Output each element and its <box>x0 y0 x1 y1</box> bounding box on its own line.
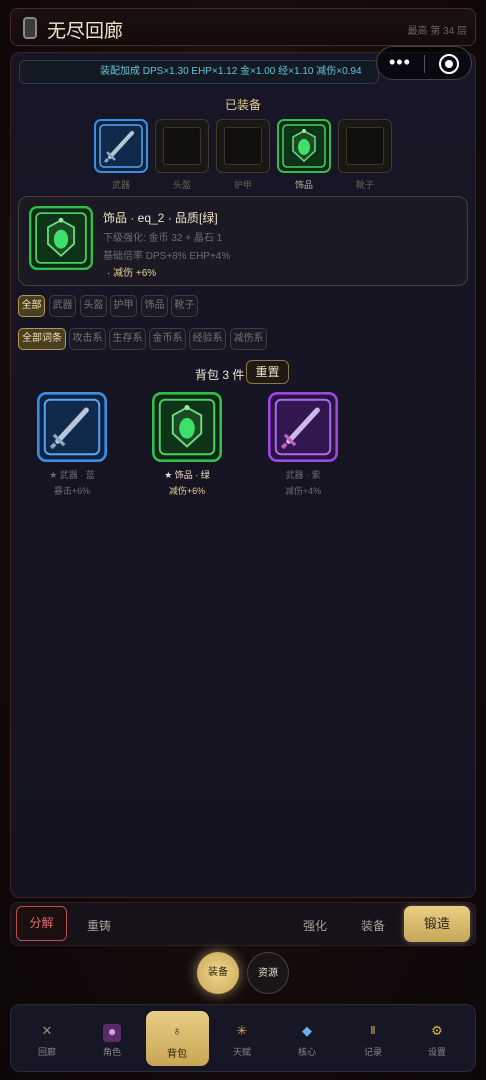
filter-affix-reduction[interactable]: 减伤系 <box>230 328 267 350</box>
nav-item-records[interactable]: Ⅱ 记录 <box>345 1022 401 1058</box>
equip-button[interactable]: 装备 <box>361 917 385 934</box>
bag-item-1[interactable] <box>37 392 107 462</box>
filter-affix-attack[interactable]: 攻击系 <box>69 328 106 350</box>
detail-next-upgrade: 下级强化: 金币 32 + 晶石 1 <box>103 233 223 244</box>
miniprogram-capsule: ••• <box>376 46 472 80</box>
nav-label-core: 核心 <box>297 1047 316 1057</box>
nav-item-settings[interactable]: ⚙ 设置 <box>409 1022 465 1058</box>
nav-item-character[interactable]: ☻ 角色 <box>84 1022 140 1058</box>
empty-slot-frame <box>163 127 201 165</box>
app-header: 无尽回廊 最高 第 34 层 <box>10 8 476 46</box>
amulet-icon <box>277 119 331 173</box>
filter-slot-all[interactable]: 全部 <box>18 295 45 317</box>
bag-item-3[interactable] <box>268 392 338 462</box>
subtab-equipment[interactable]: 装备 <box>197 952 239 994</box>
bag-item-1-label: ★ 武器 · 蓝 <box>49 470 95 480</box>
nav-label-records: 记录 <box>363 1047 382 1057</box>
app-title: 无尽回廊 <box>47 21 124 42</box>
empty-slot-frame <box>224 127 262 165</box>
bag-item-2[interactable] <box>152 392 222 462</box>
nav-label-settings: 设置 <box>427 1047 446 1057</box>
filter-slot-accessory[interactable]: 饰品 <box>141 295 168 317</box>
empty-slot-frame <box>346 127 384 165</box>
nav-label-bag: 背包 <box>167 1049 187 1060</box>
equipped-slot-weapon[interactable] <box>94 119 148 173</box>
amulet-icon <box>29 206 93 270</box>
best-floor-text: 最高 第 34 层 <box>407 26 467 37</box>
filter-slot-weapon[interactable]: 武器 <box>49 295 76 317</box>
detail-item-icon <box>29 206 93 270</box>
diamond-icon: ◆ <box>302 1023 312 1038</box>
close-target-icon[interactable] <box>439 54 459 74</box>
slot-label-accessory: 饰品 <box>294 180 313 190</box>
filter-slot-armor[interactable]: 护甲 <box>110 295 137 317</box>
star-burst-icon: ✳ <box>236 1023 248 1038</box>
detail-base-rate: 基础倍率 DPS+8% EHP+4% <box>103 251 231 262</box>
scroll-icon: Ⅱ <box>370 1025 376 1037</box>
equipped-slot-armor[interactable] <box>216 119 270 173</box>
slot-label-armor: 护甲 <box>233 180 252 190</box>
bag-item-2-label: ★ 饰品 · 绿 <box>164 470 210 480</box>
detail-title: 饰品 · eq_2 · 品质[绿] <box>103 211 218 225</box>
bag-title: 背包 3 件 <box>195 368 245 382</box>
bag-item-3-label: 武器 · 紫 <box>285 470 321 480</box>
sword-icon <box>94 119 148 173</box>
character-icon: ☻ <box>84 1022 140 1042</box>
nav-item-bag[interactable]: ♁ 背包 <box>149 1022 205 1060</box>
sword-icon <box>37 392 107 462</box>
forge-button[interactable]: 锻造 <box>404 906 470 942</box>
reforge-button[interactable]: 重铸 <box>87 917 111 934</box>
nav-label-corridor: 回廊 <box>37 1047 56 1057</box>
capsule-divider <box>424 55 425 73</box>
slot-label-boots: 靴子 <box>355 180 374 190</box>
amulet-icon <box>152 392 222 462</box>
reset-button[interactable]: 重置 <box>246 360 289 384</box>
more-menu-icon[interactable]: ••• <box>389 52 411 73</box>
nav-item-core[interactable]: ◆ 核心 <box>279 1022 335 1058</box>
filter-affix-survival[interactable]: 生存系 <box>109 328 146 350</box>
equipped-title: 已装备 <box>224 98 261 112</box>
detail-affix: · 减伤 +6% <box>107 268 157 279</box>
equipped-slot-helmet[interactable] <box>155 119 209 173</box>
enhance-button[interactable]: 强化 <box>303 917 327 934</box>
slot-label-helmet: 头盔 <box>172 180 191 190</box>
filter-slot-helmet[interactable]: 头盔 <box>80 295 107 317</box>
nav-label-talent: 天赋 <box>232 1047 251 1057</box>
filter-affix-gold[interactable]: 金币系 <box>149 328 186 350</box>
equipped-slot-accessory[interactable] <box>277 119 331 173</box>
nav-item-talent[interactable]: ✳ 天赋 <box>214 1022 270 1058</box>
equipped-slot-boots[interactable] <box>338 119 392 173</box>
bag-icon: ♁ <box>172 1023 182 1038</box>
crossed-swords-icon: ✕ <box>41 1023 53 1038</box>
nav-item-corridor[interactable]: ✕ 回廊 <box>19 1022 75 1058</box>
bonus-bar: 装配加成 DPS×1.30 EHP×1.12 金×1.00 经×1.10 减伤×… <box>19 60 379 84</box>
decompose-button[interactable]: 分解 <box>16 906 67 941</box>
sword-icon <box>268 392 338 462</box>
filter-affix-exp[interactable]: 经验系 <box>189 328 226 350</box>
bag-item-1-affix: 暴击+6% <box>53 486 91 496</box>
slot-label-weapon: 武器 <box>111 180 130 190</box>
nav-label-character: 角色 <box>102 1047 121 1057</box>
filter-slot-boots[interactable]: 靴子 <box>171 295 198 317</box>
subtab-resources[interactable]: 资源 <box>247 952 289 994</box>
bag-item-2-affix: 减伤+6% <box>168 486 206 496</box>
filter-affix-all[interactable]: 全部词条 <box>18 328 66 350</box>
app-logo-icon <box>23 17 37 39</box>
gear-icon: ⚙ <box>431 1023 443 1038</box>
bag-item-3-affix: 减伤+4% <box>284 486 322 496</box>
